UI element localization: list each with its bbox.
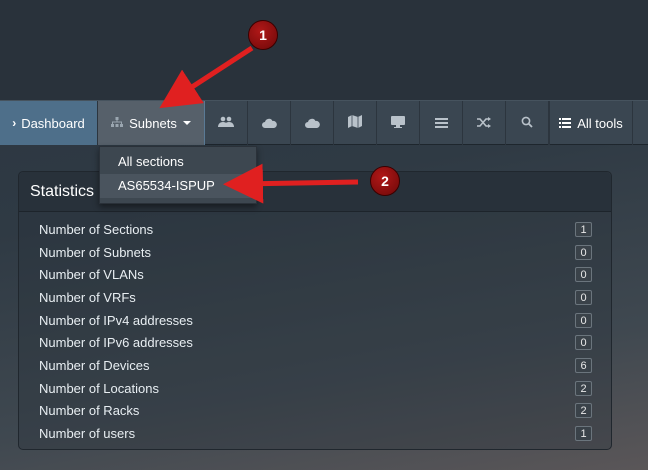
stat-row: Number of IPv4 addresses 0 <box>39 309 592 332</box>
stat-badge: 1 <box>575 426 592 442</box>
stat-badge: 2 <box>575 403 592 419</box>
stat-row: Number of Devices 6 <box>39 354 592 377</box>
stat-label: Number of IPv4 addresses <box>39 312 193 328</box>
stat-badge: 0 <box>575 289 592 305</box>
statistics-list: Number of Sections 1 Number of Subnets 0 N… <box>39 218 592 445</box>
stat-label: Number of Devices <box>39 357 150 373</box>
stat-row: Number of IPv6 addresses 0 <box>39 331 592 354</box>
nav-cloud-2[interactable] <box>291 101 334 145</box>
nav-search[interactable] <box>506 101 549 145</box>
annotation-marker-2: 2 <box>370 166 400 196</box>
nav-monitor[interactable] <box>377 101 420 145</box>
nav-subnets[interactable]: Subnets <box>98 101 205 145</box>
monitor-icon <box>391 115 405 131</box>
sitemap-icon <box>111 116 124 131</box>
stat-badge: 6 <box>575 357 592 373</box>
stat-row: Number of Subnets 0 <box>39 241 592 264</box>
stat-label: Number of Sections <box>39 221 154 237</box>
shuffle-icon <box>477 116 491 131</box>
users-icon <box>218 116 234 131</box>
dropdown-item-section[interactable]: AS65534-ISPUP <box>100 174 256 198</box>
nav-dashboard[interactable]: › Dashboard <box>0 101 98 145</box>
stat-badge: 0 <box>575 335 592 351</box>
nav-users[interactable] <box>205 101 248 145</box>
nav-list[interactable] <box>420 101 463 145</box>
stat-row: Number of VLANs 0 <box>39 263 592 286</box>
nav-subnets-label: Subnets <box>129 115 177 131</box>
cloud-icon <box>261 116 277 131</box>
stat-badge: 0 <box>575 244 592 260</box>
cloud-icon <box>304 116 320 131</box>
stat-label: Number of Subnets <box>39 244 152 260</box>
nav-dashboard-label: Dashboard <box>21 115 85 131</box>
stat-badge: 1 <box>575 221 592 237</box>
stat-badge: 2 <box>575 380 592 396</box>
stat-label: Number of users <box>39 426 136 442</box>
annotation-marker-1: 1 <box>248 20 278 50</box>
statistics-panel: Statistics Number of Sections 1 Number of… <box>18 171 612 450</box>
top-header <box>0 0 648 100</box>
stat-badge: 0 <box>575 267 592 283</box>
nav-all-tools-label: All tools <box>577 115 623 131</box>
nav-shuffle[interactable] <box>463 101 506 145</box>
nav-cloud-1[interactable] <box>248 101 291 145</box>
stat-label: Number of VLANs <box>39 267 144 283</box>
stat-label: Number of Racks <box>39 403 140 419</box>
chevron-right-icon: › <box>12 116 17 130</box>
stat-row: Number of Sections 1 <box>39 218 592 241</box>
stat-row: Number of Locations 2 <box>39 377 592 400</box>
stat-label: Number of VRFs <box>39 289 136 305</box>
list-bullets-icon <box>559 116 572 131</box>
map-icon <box>348 115 362 131</box>
nav-all-tools[interactable]: All tools <box>549 101 633 145</box>
dropdown-item-all-sections[interactable]: All sections <box>100 150 256 174</box>
main-navbar: › Dashboard Subnets All tools <box>0 100 648 145</box>
stat-label: Number of Locations <box>39 380 159 396</box>
stat-row: Number of VRFs 0 <box>39 286 592 309</box>
nav-map[interactable] <box>334 101 377 145</box>
stat-row: Number of users 1 <box>39 422 592 445</box>
stat-badge: 0 <box>575 312 592 328</box>
stat-label: Number of IPv6 addresses <box>39 335 193 351</box>
caret-down-icon <box>182 121 191 125</box>
stat-row: Number of Racks 2 <box>39 400 592 423</box>
list-icon <box>434 116 448 131</box>
search-icon <box>521 116 533 131</box>
subnets-dropdown: All sections AS65534-ISPUP <box>99 146 257 204</box>
